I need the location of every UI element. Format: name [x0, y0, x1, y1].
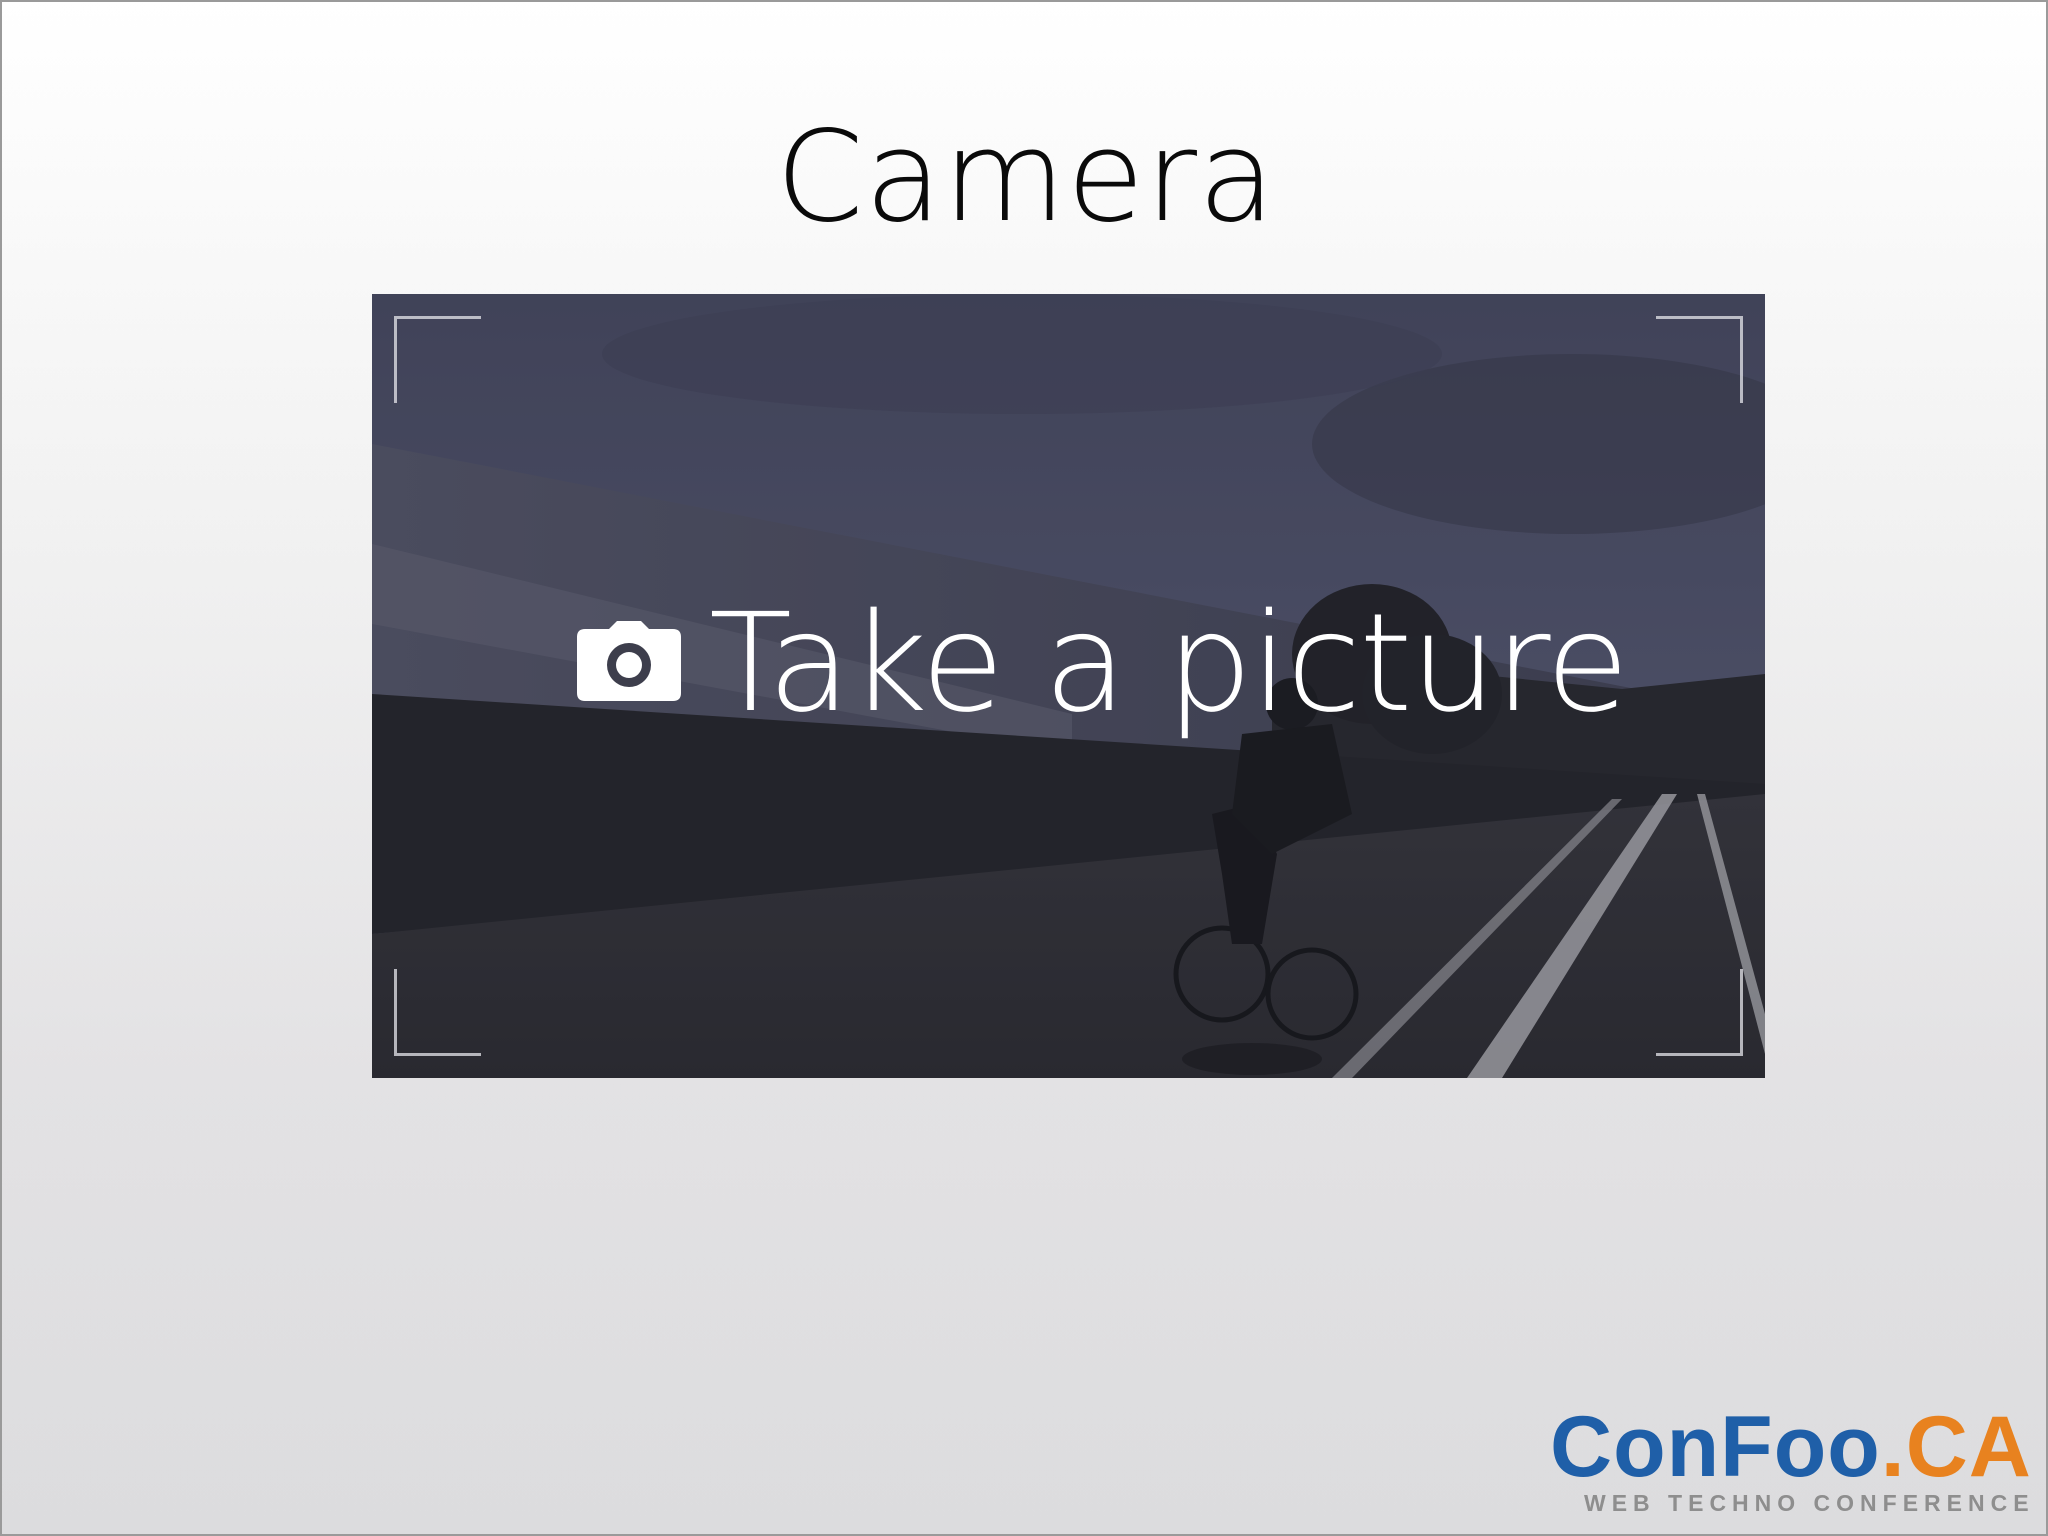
- logo-wordmark: ConFoo.CA: [1550, 1402, 2032, 1492]
- logo-tld-text: CA: [1905, 1399, 2032, 1495]
- slide-title: Camera: [775, 103, 1277, 250]
- logo-main-text: ConFoo: [1550, 1399, 1881, 1495]
- logo-tagline: WEB TECHNO CONFERENCE: [1584, 1490, 2035, 1516]
- logo-dot: .: [1880, 1399, 1906, 1495]
- take-picture-action[interactable]: Take a picture: [577, 585, 1629, 743]
- take-picture-label: Take a picture: [709, 585, 1629, 743]
- frame-corner-top-left: [394, 316, 481, 403]
- frame-corner-top-right: [1656, 316, 1743, 403]
- confoo-logo: ConFoo.CA WEB TECHNO CONFERENCE: [1550, 1402, 2031, 1516]
- camera-icon: [577, 621, 681, 701]
- camera-preview-card[interactable]: Take a picture: [372, 294, 1765, 1078]
- frame-corner-bottom-left: [394, 969, 481, 1056]
- frame-corner-bottom-right: [1656, 969, 1743, 1056]
